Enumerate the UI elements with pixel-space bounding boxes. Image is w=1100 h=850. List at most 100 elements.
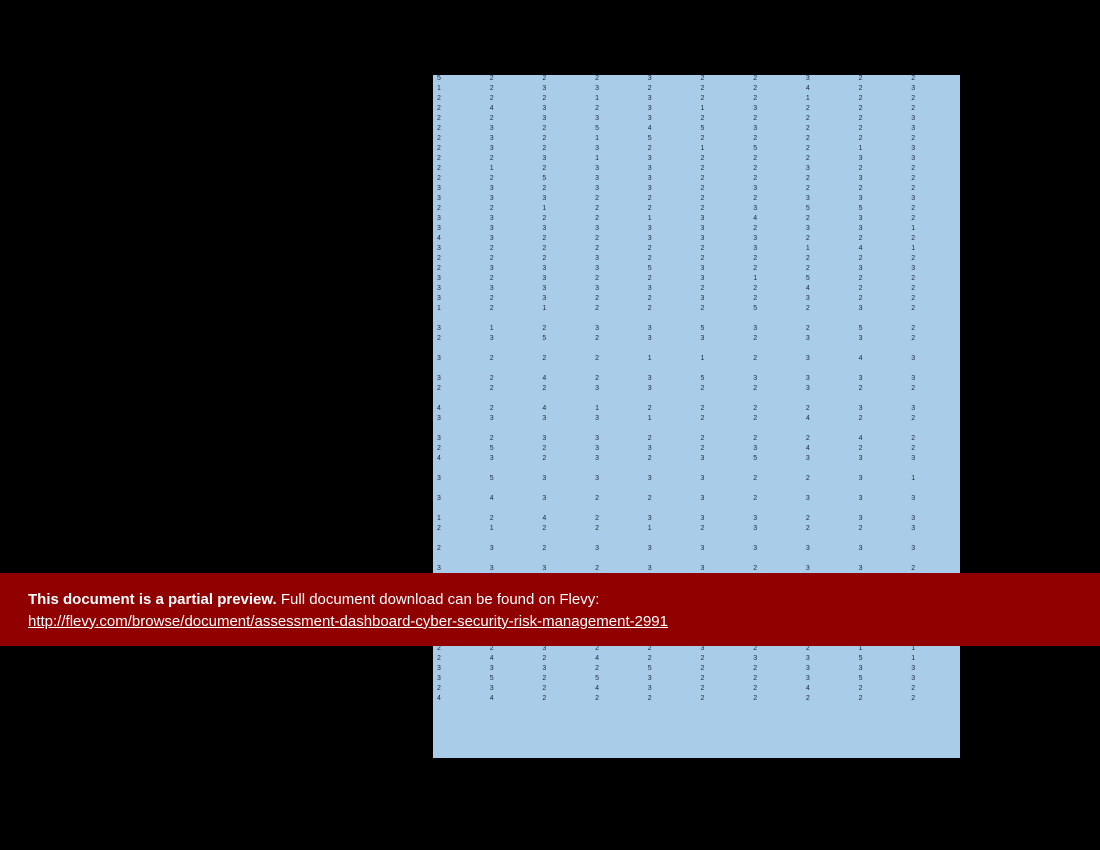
data-cell: 2 <box>907 175 960 185</box>
data-cell: 4 <box>538 375 591 385</box>
data-cell: 2 <box>749 355 802 365</box>
data-cell: 3 <box>433 375 486 385</box>
data-cell: 2 <box>697 305 750 315</box>
data-cell: 3 <box>644 115 697 125</box>
data-cell: 2 <box>644 655 697 665</box>
data-cell: 3 <box>907 145 960 155</box>
data-cell: 2 <box>644 245 697 255</box>
data-cell: 3 <box>591 475 644 485</box>
data-grid: 5222322322123322242322213221222432313222… <box>433 75 960 758</box>
data-cell: 2 <box>749 115 802 125</box>
data-cell: 2 <box>802 105 855 115</box>
data-cell: 2 <box>855 385 908 395</box>
data-cell: 2 <box>486 75 539 85</box>
data-cell: 2 <box>538 135 591 145</box>
page-root: 5222322322123322242322213221222432313222… <box>0 0 1100 850</box>
data-cell: 2 <box>749 695 802 705</box>
data-cell: 3 <box>591 455 644 465</box>
data-cell: 2 <box>749 685 802 695</box>
data-cell: 2 <box>802 475 855 485</box>
data-cell: 4 <box>433 235 486 245</box>
data-cell: 3 <box>697 235 750 245</box>
data-cell: 3 <box>644 95 697 105</box>
data-cell: 2 <box>433 545 486 555</box>
data-cell: 2 <box>749 75 802 85</box>
data-cell: 2 <box>644 255 697 265</box>
banner-rest: Full document download can be found on F… <box>277 591 600 608</box>
data-cell: 2 <box>591 355 644 365</box>
data-cell: 2 <box>697 205 750 215</box>
data-cell: 2 <box>697 685 750 695</box>
data-cell: 3 <box>802 655 855 665</box>
data-cell: 5 <box>644 135 697 145</box>
data-cell: 3 <box>538 645 591 655</box>
data-cell: 3 <box>802 295 855 305</box>
data-cell: 2 <box>486 405 539 415</box>
data-cell: 3 <box>591 545 644 555</box>
data-cell: 3 <box>644 185 697 195</box>
data-cell: 2 <box>802 125 855 135</box>
data-cell: 3 <box>644 515 697 525</box>
data-cell: 2 <box>907 445 960 455</box>
data-cell: 2 <box>802 155 855 165</box>
data-cell: 2 <box>749 255 802 265</box>
data-cell: 2 <box>855 285 908 295</box>
data-cell: 2 <box>855 185 908 195</box>
data-cell: 1 <box>697 355 750 365</box>
data-cell: 1 <box>855 145 908 155</box>
data-cell: 3 <box>644 175 697 185</box>
data-cell: 2 <box>486 295 539 305</box>
data-cell: 3 <box>855 495 908 505</box>
data-cell: 1 <box>697 145 750 155</box>
data-cell: 2 <box>802 115 855 125</box>
data-cell: 2 <box>538 355 591 365</box>
data-cell: 3 <box>591 175 644 185</box>
data-cell: 3 <box>644 385 697 395</box>
data-cell: 2 <box>907 205 960 215</box>
data-cell: 1 <box>802 245 855 255</box>
data-cell: 3 <box>591 435 644 445</box>
data-cell: 2 <box>907 95 960 105</box>
data-cell: 2 <box>855 165 908 175</box>
data-cell: 3 <box>433 495 486 505</box>
data-cell: 3 <box>486 455 539 465</box>
data-cell: 5 <box>749 145 802 155</box>
data-cell: 2 <box>802 265 855 275</box>
data-cell: 2 <box>591 515 644 525</box>
data-cell: 3 <box>802 385 855 395</box>
data-cell: 2 <box>433 125 486 135</box>
data-cell: 2 <box>749 135 802 145</box>
data-cell: 2 <box>855 135 908 145</box>
data-cell: 1 <box>538 305 591 315</box>
banner-link[interactable]: http://flevy.com/browse/document/assessm… <box>28 613 668 630</box>
data-cell: 5 <box>433 75 486 85</box>
data-cell: 2 <box>591 245 644 255</box>
data-cell: 2 <box>855 275 908 285</box>
data-cell: 5 <box>749 455 802 465</box>
data-cell: 1 <box>907 475 960 485</box>
data-cell: 2 <box>802 185 855 195</box>
data-cell: 3 <box>591 115 644 125</box>
data-cell: 2 <box>749 285 802 295</box>
data-cell: 2 <box>644 205 697 215</box>
data-cell: 2 <box>644 195 697 205</box>
data-cell: 2 <box>591 335 644 345</box>
data-cell: 3 <box>749 185 802 195</box>
data-cell: 3 <box>697 515 750 525</box>
data-cell: 2 <box>697 695 750 705</box>
data-cell: 2 <box>855 525 908 535</box>
data-cell: 2 <box>433 155 486 165</box>
data-cell: 5 <box>697 125 750 135</box>
data-cell: 2 <box>697 175 750 185</box>
data-cell: 1 <box>538 205 591 215</box>
data-cell: 5 <box>644 665 697 675</box>
data-cell: 3 <box>591 285 644 295</box>
data-cell: 5 <box>644 265 697 275</box>
data-cell: 3 <box>697 455 750 465</box>
data-cell: 2 <box>749 165 802 175</box>
data-cell: 2 <box>538 75 591 85</box>
data-cell: 1 <box>907 245 960 255</box>
data-cell: 2 <box>591 195 644 205</box>
data-cell: 4 <box>855 245 908 255</box>
data-cell: 5 <box>855 675 908 685</box>
